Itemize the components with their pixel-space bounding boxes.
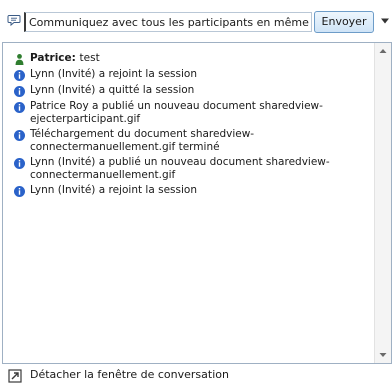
message-text: Lynn (Invité) a rejoint la session [30, 184, 197, 196]
message-item: Lynn (Invité) a rejoint la session [3, 184, 375, 198]
message-text: test [79, 52, 100, 64]
scroll-up-arrow-icon[interactable] [375, 43, 391, 59]
message-item: Lynn (Invité) a quitté la session [3, 84, 375, 98]
message-text: Téléchargement du document sharedview- c… [30, 128, 255, 153]
message-text: Patrice Roy a publié un nouveau document… [30, 100, 323, 125]
chat-bubble-icon [7, 15, 21, 27]
footer-bar: Détacher la fenêtre de conversation [0, 364, 392, 386]
person-icon [15, 54, 24, 65]
chat-composer-bar: Envoyer [0, 0, 392, 42]
info-icon [14, 130, 25, 141]
message-input[interactable] [24, 12, 312, 32]
message-text: Lynn (Invité) a quitté la session [30, 84, 195, 96]
message-item: Patrice: test [3, 52, 375, 66]
message-item: Lynn (Invité) a rejoint la session [3, 68, 375, 82]
message-sender: Patrice [30, 52, 72, 64]
message-list: Patrice: test Lynn (Invité) a rejoint la … [3, 52, 375, 200]
message-separator: : [71, 52, 80, 64]
message-text: Lynn (Invité) a rejoint la session [30, 68, 197, 80]
message-text: Lynn (Invité) a publié un nouveau docume… [30, 156, 330, 181]
vertical-scrollbar[interactable] [374, 43, 391, 363]
detach-conversation-link[interactable]: Détacher la fenêtre de conversation [30, 368, 229, 381]
scroll-down-arrow-icon[interactable] [375, 347, 391, 363]
message-content: Patrice: test [27, 52, 100, 65]
message-item: Lynn (Invité) a publié un nouveau docume… [3, 156, 375, 182]
send-button[interactable]: Envoyer [314, 11, 374, 33]
info-icon [14, 186, 25, 197]
message-item: Téléchargement du document sharedview- c… [3, 128, 375, 154]
detach-window-icon[interactable] [8, 369, 22, 383]
info-icon [14, 158, 25, 169]
conversation-panel: Patrice: test Lynn (Invité) a rejoint la … [2, 42, 392, 364]
info-icon [14, 102, 25, 113]
send-options-dropdown-icon[interactable] [380, 17, 390, 25]
info-icon [14, 70, 25, 81]
info-icon [14, 86, 25, 97]
message-item: Patrice Roy a publié un nouveau document… [3, 100, 375, 126]
